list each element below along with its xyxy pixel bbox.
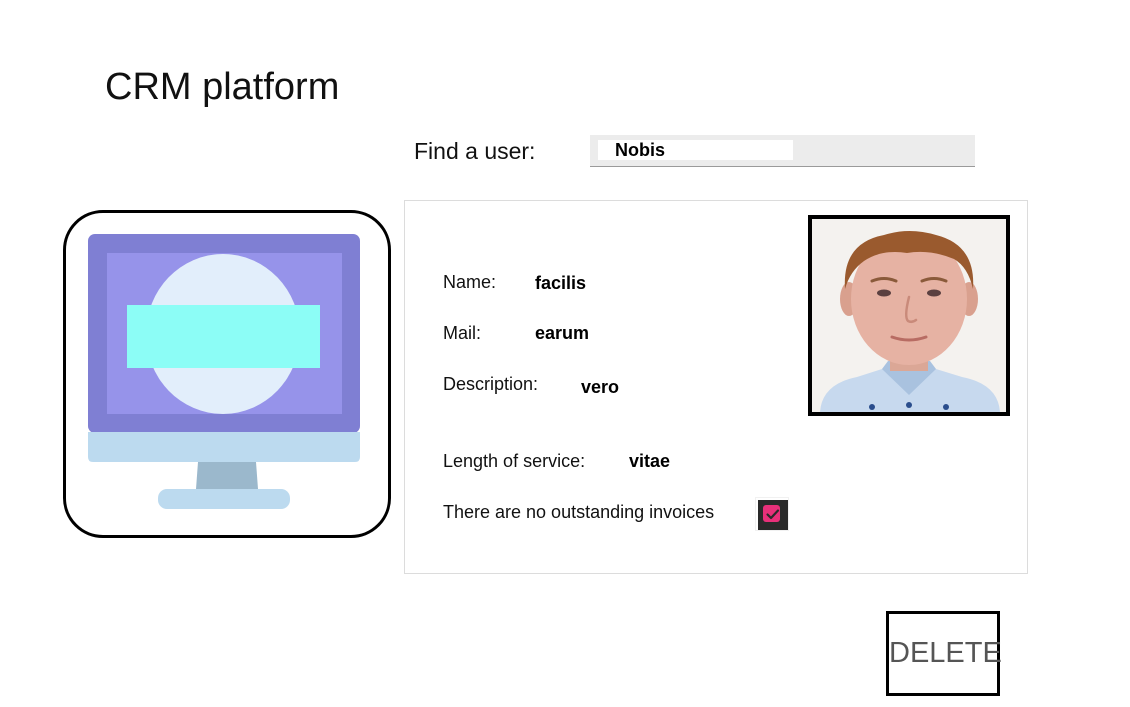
user-photo-icon	[812, 219, 1006, 412]
service-label: Length of service:	[443, 451, 586, 471]
search-field[interactable]	[590, 135, 975, 167]
delete-button[interactable]: DELETE	[886, 611, 1002, 696]
name-value: facilis	[535, 273, 587, 293]
mail-label: Mail:	[443, 323, 482, 343]
description-label: Description:	[443, 374, 539, 394]
service-value: vitae	[629, 451, 671, 471]
name-label: Name:	[443, 272, 497, 292]
mail-value: earum	[535, 323, 590, 343]
app-title: CRM platform	[105, 66, 340, 108]
app-logo-tile	[63, 210, 391, 538]
invoices-checkbox[interactable]	[755, 497, 789, 531]
user-photo	[808, 215, 1010, 416]
monitor-icon	[88, 234, 360, 509]
search-input[interactable]	[598, 140, 793, 160]
invoices-label: There are no outstanding invoices	[443, 502, 715, 522]
description-value: vero	[581, 377, 620, 397]
checkmark-icon	[766, 509, 780, 520]
user-card: Name: facilis Mail: earum Description: v…	[404, 200, 1028, 574]
search-label: Find a user:	[414, 138, 536, 164]
